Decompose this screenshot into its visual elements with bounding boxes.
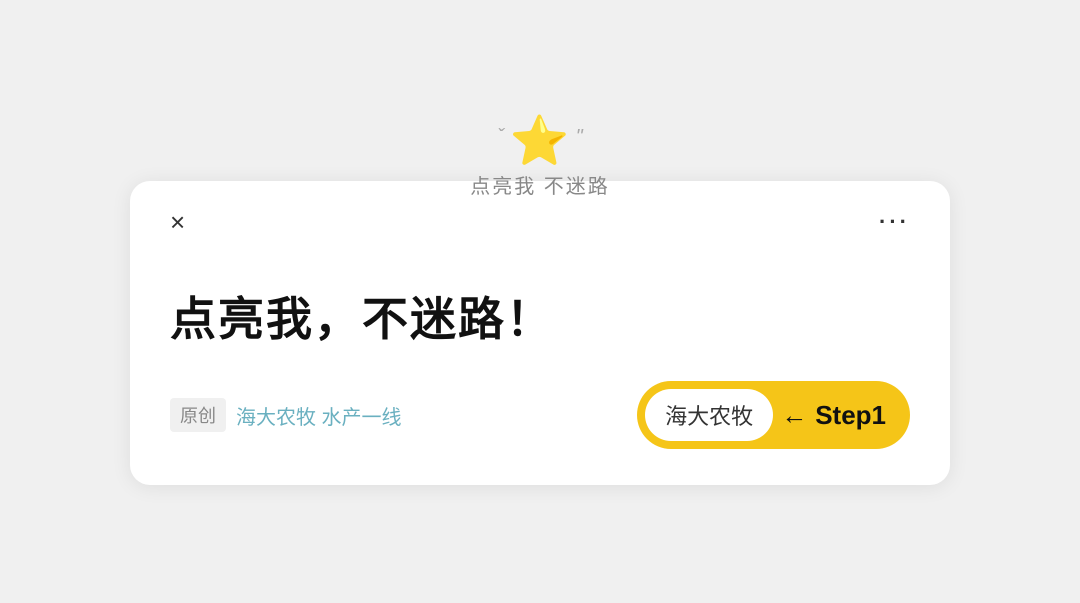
more-button[interactable]: ···	[879, 209, 910, 235]
arrow-icon: ←	[781, 400, 807, 431]
card-meta: 原创 海大农牧 水产一线 海大农牧 ← Step1	[170, 381, 910, 449]
account-name[interactable]: 海大农牧 水产一线	[236, 401, 402, 430]
step1-text: Step1	[815, 400, 886, 431]
card-title: 点亮我，不迷路！	[170, 283, 910, 349]
card: × ··· 点亮我，不迷路！ 原创 海大农牧 水产一线 海大农牧 ← Step1	[130, 181, 950, 485]
star-row: ˇ ⭐ "	[497, 118, 583, 166]
top-hint: ˇ ⭐ " 点亮我 不迷路	[470, 118, 610, 199]
tick-right-icon: "	[576, 126, 583, 149]
outer-container: ˇ ⭐ " 点亮我 不迷路 × ··· 点亮我，不迷路！ 原创 海大农牧 水产一…	[130, 118, 950, 485]
original-badge: 原创	[170, 398, 226, 432]
hint-text: 点亮我 不迷路	[470, 170, 610, 199]
card-header: × ···	[170, 209, 910, 235]
star-icon: ⭐	[510, 118, 570, 166]
step1-wrapper[interactable]: 海大农牧 ← Step1	[637, 381, 910, 449]
close-button[interactable]: ×	[170, 209, 185, 235]
step1-highlight-account: 海大农牧	[645, 389, 773, 441]
step1-label: ← Step1	[781, 400, 902, 431]
tick-left-icon: ˇ	[497, 126, 504, 149]
